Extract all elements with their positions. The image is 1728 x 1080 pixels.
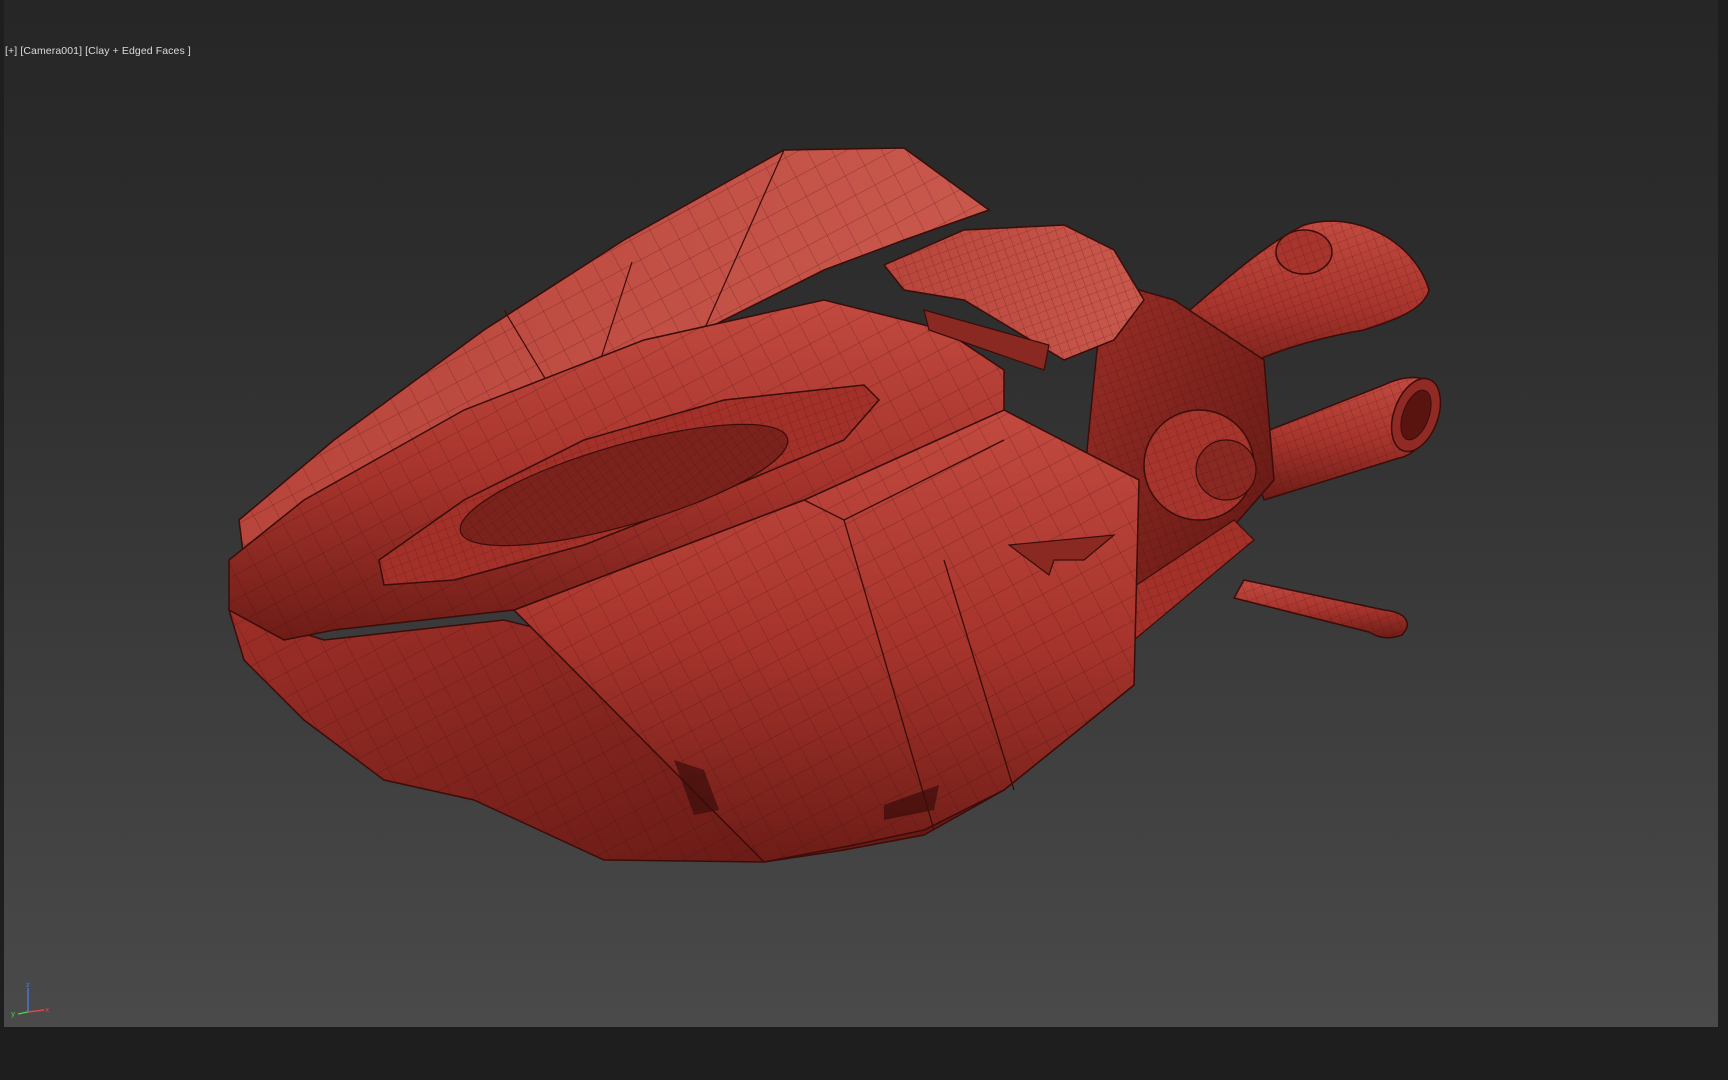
viewport-label: [+] [Camera001] [Clay + Edged Faces ] bbox=[5, 45, 191, 57]
y-axis-label: y bbox=[11, 1010, 15, 1018]
x-axis-line bbox=[27, 1009, 45, 1013]
viewport-camera-menu[interactable]: [Camera001] bbox=[20, 45, 82, 57]
bottom-bar bbox=[0, 1027, 1728, 1080]
viewport-shading-menu[interactable]: [Clay + Edged Faces ] bbox=[85, 45, 191, 57]
right-border bbox=[1718, 0, 1728, 1027]
exhaust-lower bbox=[1232, 579, 1408, 639]
z-axis-label: z bbox=[26, 981, 30, 989]
3d-model-render[interactable] bbox=[4, 0, 1718, 1027]
viewport-menu-plus[interactable]: [+] bbox=[5, 45, 17, 57]
app-window: [+] [Camera001] [Clay + Edged Faces ] z … bbox=[0, 0, 1728, 1080]
x-axis-label: x bbox=[45, 1006, 49, 1014]
y-axis-line bbox=[17, 1011, 29, 1015]
axis-gizmo: z x y bbox=[11, 981, 49, 1018]
exhaust-middle bbox=[1243, 376, 1442, 501]
viewport-camera001[interactable]: [+] [Camera001] [Clay + Edged Faces ] z … bbox=[4, 0, 1718, 1027]
